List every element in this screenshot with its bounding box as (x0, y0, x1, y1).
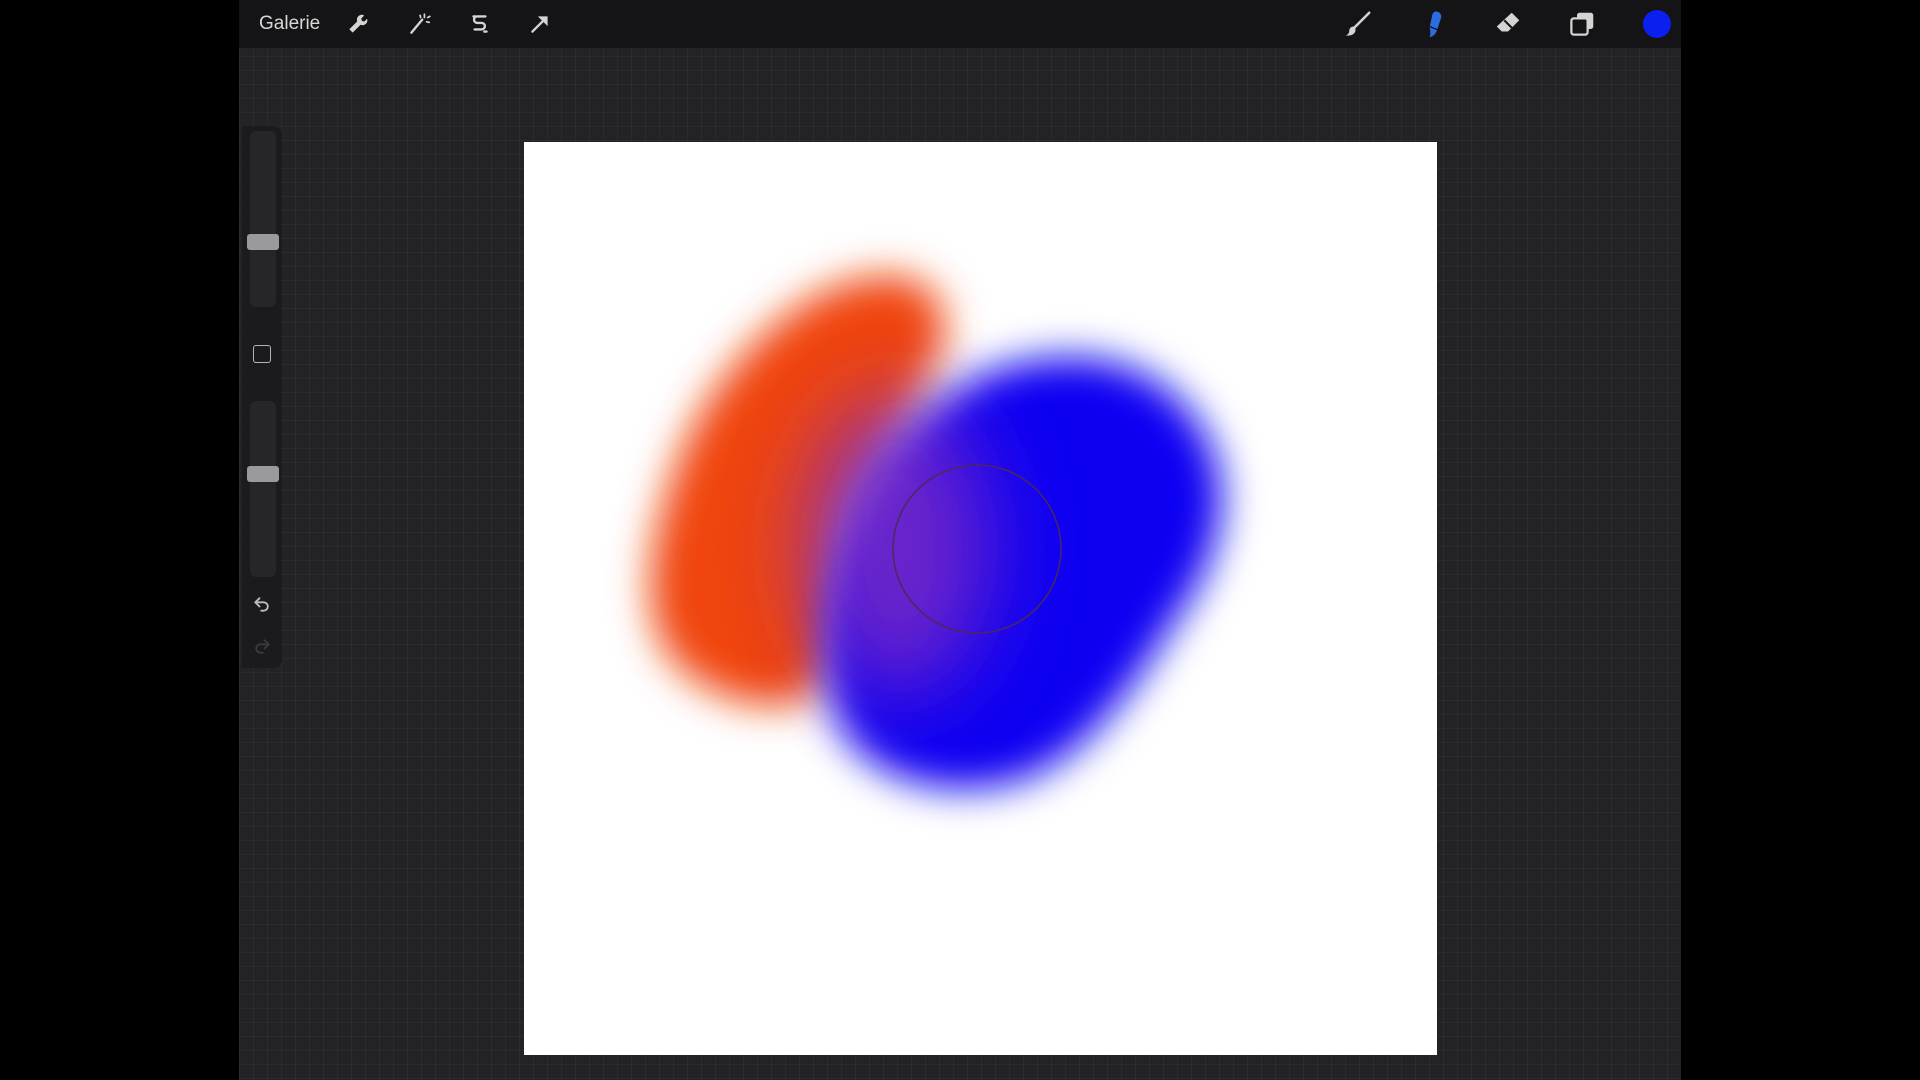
left-sidebar (242, 126, 282, 668)
redo-button[interactable] (250, 634, 274, 658)
eraser-icon (1496, 12, 1520, 32)
adjustments-button[interactable] (403, 8, 435, 40)
eraser-tool-button[interactable] (1492, 8, 1524, 40)
actions-button[interactable] (342, 8, 374, 40)
procreate-app: Galerie (239, 0, 1681, 1080)
magic-wand-icon (410, 13, 431, 34)
selection-button[interactable] (464, 8, 496, 40)
selection-s-icon (472, 15, 488, 33)
brush-size-slider-thumb[interactable] (247, 233, 279, 250)
opacity-slider[interactable] (247, 401, 279, 577)
color-picker-button[interactable] (1641, 8, 1673, 40)
layers-button[interactable] (1566, 8, 1598, 40)
transform-button[interactable] (524, 8, 556, 40)
brush-tool-button[interactable] (1342, 8, 1374, 40)
drawing-canvas[interactable] (524, 142, 1437, 1055)
smudge-icon (1429, 11, 1442, 38)
brush-icon (1345, 11, 1371, 36)
redo-icon (255, 639, 270, 654)
purple-blend-area (807, 397, 991, 697)
current-color-swatch (1643, 10, 1671, 38)
gallery-button[interactable]: Galerie (259, 12, 320, 36)
arrow-cursor-icon (531, 16, 548, 33)
artwork (650, 275, 1222, 789)
brush-size-slider[interactable] (247, 131, 279, 307)
smudge-tool-button[interactable] (1417, 8, 1449, 40)
layers-icon (1570, 12, 1594, 36)
top-toolbar: Galerie (239, 0, 1681, 48)
modify-button[interactable] (253, 345, 271, 363)
opacity-slider-thumb[interactable] (247, 465, 279, 482)
undo-icon (254, 597, 269, 612)
wrench-icon (349, 14, 368, 33)
undo-button[interactable] (250, 592, 274, 616)
